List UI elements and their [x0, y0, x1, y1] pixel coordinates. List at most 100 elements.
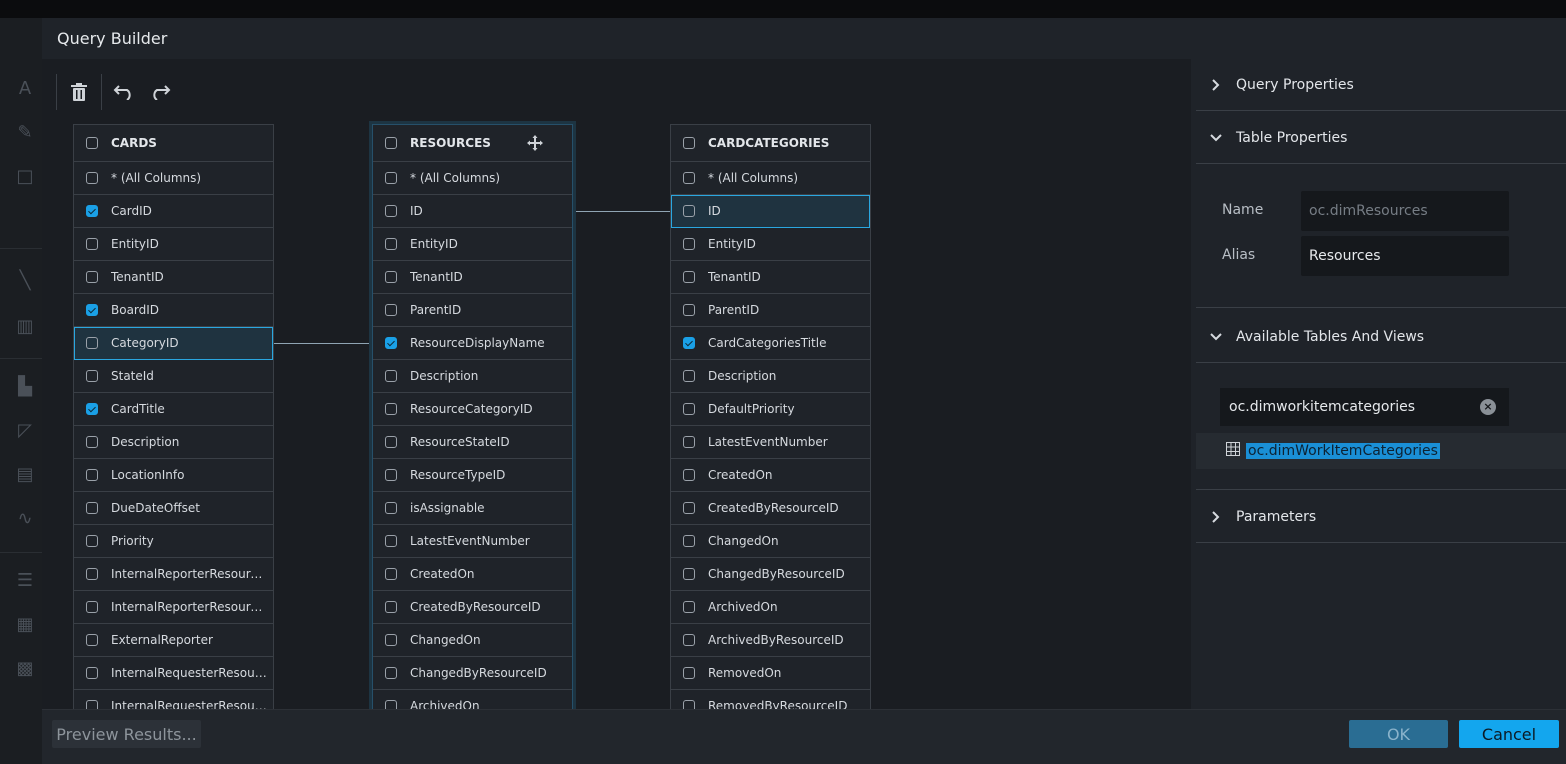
column-checkbox[interactable]: [385, 370, 397, 382]
column-row[interactable]: ResourceTypeID: [373, 459, 572, 492]
column-checkbox[interactable]: [683, 304, 695, 316]
column-checkbox[interactable]: [86, 337, 98, 349]
column-checkbox[interactable]: [385, 601, 397, 613]
column-row[interactable]: LatestEventNumber: [671, 426, 870, 459]
column-checkbox[interactable]: [86, 172, 98, 184]
column-row[interactable]: ParentID: [671, 294, 870, 327]
column-checkbox[interactable]: [385, 403, 397, 415]
column-checkbox[interactable]: [385, 700, 397, 709]
column-row[interactable]: EntityID: [373, 228, 572, 261]
column-checkbox[interactable]: [86, 568, 98, 580]
column-row[interactable]: Description: [373, 360, 572, 393]
column-row[interactable]: ArchivedOn: [671, 591, 870, 624]
column-row[interactable]: ChangedByResourceID: [671, 558, 870, 591]
column-checkbox[interactable]: [86, 304, 98, 316]
trash-icon[interactable]: [61, 75, 97, 109]
tables-search-input[interactable]: oc.dimworkitemcategories ×: [1220, 388, 1509, 426]
column-checkbox[interactable]: [385, 271, 397, 283]
diagram-canvas[interactable]: CARDS * (All Columns) CardID EntityID Tenant…: [42, 59, 1191, 709]
table-resources[interactable]: RESOURCES * (All Columns) ID EntityID Tenant…: [372, 124, 573, 709]
column-checkbox[interactable]: [683, 634, 695, 646]
table-header[interactable]: CARDS: [74, 125, 273, 162]
column-row[interactable]: CategoryID: [74, 327, 273, 360]
column-row[interactable]: ParentID: [373, 294, 572, 327]
column-checkbox[interactable]: [86, 271, 98, 283]
column-row[interactable]: LatestEventNumber: [373, 525, 572, 558]
column-checkbox[interactable]: [683, 403, 695, 415]
column-checkbox[interactable]: [86, 205, 98, 217]
column-row[interactable]: ChangedOn: [373, 624, 572, 657]
table-header[interactable]: RESOURCES: [373, 125, 572, 162]
column-checkbox[interactable]: [86, 403, 98, 415]
column-row[interactable]: StateId: [74, 360, 273, 393]
section-available-tables[interactable]: Available Tables And Views: [1196, 311, 1566, 363]
column-row[interactable]: BoardID: [74, 294, 273, 327]
undo-icon[interactable]: [106, 75, 142, 109]
redo-icon[interactable]: [142, 75, 178, 109]
column-row[interactable]: ID: [373, 195, 572, 228]
column-row[interactable]: isAssignable: [373, 492, 572, 525]
column-checkbox[interactable]: [683, 436, 695, 448]
join-line-resources-cardcategories[interactable]: [572, 211, 670, 212]
table-header[interactable]: CARDCATEGORIES: [671, 125, 870, 162]
move-icon[interactable]: [527, 135, 543, 151]
table-cardcategories[interactable]: CARDCATEGORIES * (All Columns) ID EntityID T…: [670, 124, 871, 709]
column-row[interactable]: CardCategoriesTitle: [671, 327, 870, 360]
column-row[interactable]: ChangedByResourceID: [373, 657, 572, 690]
column-row[interactable]: * (All Columns): [671, 162, 870, 195]
select-all-checkbox[interactable]: [683, 137, 695, 149]
column-row[interactable]: EntityID: [74, 228, 273, 261]
column-row[interactable]: DefaultPriority: [671, 393, 870, 426]
column-row[interactable]: Description: [671, 360, 870, 393]
column-row[interactable]: DueDateOffset: [74, 492, 273, 525]
column-checkbox[interactable]: [683, 370, 695, 382]
column-checkbox[interactable]: [683, 502, 695, 514]
select-all-checkbox[interactable]: [86, 137, 98, 149]
section-parameters[interactable]: Parameters: [1196, 491, 1566, 543]
column-row[interactable]: TenantID: [671, 261, 870, 294]
select-all-checkbox[interactable]: [385, 137, 397, 149]
column-checkbox[interactable]: [86, 667, 98, 679]
column-checkbox[interactable]: [86, 370, 98, 382]
column-row[interactable]: * (All Columns): [74, 162, 273, 195]
column-row[interactable]: CreatedByResourceID: [373, 591, 572, 624]
column-checkbox[interactable]: [683, 337, 695, 349]
column-checkbox[interactable]: [385, 436, 397, 448]
column-checkbox[interactable]: [683, 469, 695, 481]
column-checkbox[interactable]: [683, 172, 695, 184]
column-checkbox[interactable]: [683, 271, 695, 283]
column-checkbox[interactable]: [385, 304, 397, 316]
column-checkbox[interactable]: [683, 700, 695, 709]
section-query-properties[interactable]: Query Properties: [1196, 59, 1566, 111]
column-row[interactable]: * (All Columns): [373, 162, 572, 195]
column-row[interactable]: TenantID: [373, 261, 572, 294]
column-row[interactable]: ResourceCategoryID: [373, 393, 572, 426]
column-checkbox[interactable]: [385, 667, 397, 679]
column-row[interactable]: InternalReporterResourceC...: [74, 591, 273, 624]
column-row[interactable]: LocationInfo: [74, 459, 273, 492]
column-row[interactable]: CardID: [74, 195, 273, 228]
column-row[interactable]: CreatedOn: [671, 459, 870, 492]
column-checkbox[interactable]: [86, 535, 98, 547]
ok-button[interactable]: OK: [1349, 720, 1448, 748]
column-row[interactable]: Description: [74, 426, 273, 459]
column-checkbox[interactable]: [683, 205, 695, 217]
clear-search-icon[interactable]: ×: [1480, 399, 1496, 415]
column-checkbox[interactable]: [683, 535, 695, 547]
column-row[interactable]: CardTitle: [74, 393, 273, 426]
column-checkbox[interactable]: [683, 568, 695, 580]
column-row[interactable]: ArchivedOn: [373, 690, 572, 709]
table-result-item[interactable]: oc.dimWorkItemCategories: [1196, 433, 1566, 469]
column-checkbox[interactable]: [86, 436, 98, 448]
column-row[interactable]: CreatedOn: [373, 558, 572, 591]
column-checkbox[interactable]: [385, 205, 397, 217]
column-row[interactable]: InternalReporterResourceID: [74, 558, 273, 591]
section-table-properties[interactable]: Table Properties: [1196, 112, 1566, 164]
column-row[interactable]: ArchivedByResourceID: [671, 624, 870, 657]
column-checkbox[interactable]: [86, 238, 98, 250]
column-checkbox[interactable]: [683, 601, 695, 613]
column-checkbox[interactable]: [385, 337, 397, 349]
column-row[interactable]: ResourceDisplayName: [373, 327, 572, 360]
column-checkbox[interactable]: [86, 700, 98, 709]
column-checkbox[interactable]: [86, 502, 98, 514]
